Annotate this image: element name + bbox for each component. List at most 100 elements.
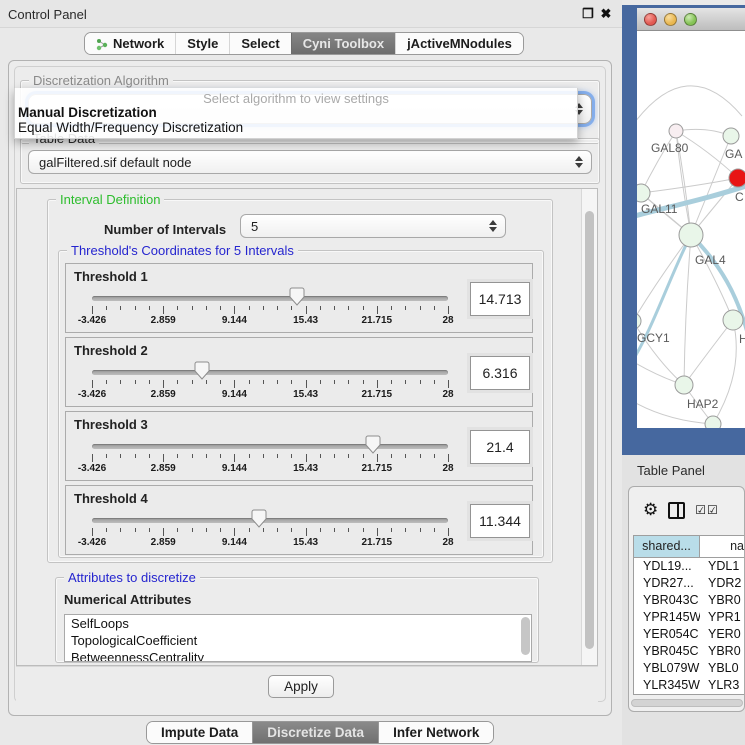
tick-mark: [363, 306, 364, 310]
numerical-attributes-list[interactable]: SelfLoopsTopologicalCoefficientBetweenne…: [64, 614, 532, 662]
dropdown-item[interactable]: Equal Width/Frequency Discretization: [18, 120, 243, 135]
float-window-icon[interactable]: ❐: [580, 6, 596, 22]
control-panel-titlebar: Control Panel ❐ ✖: [0, 0, 622, 28]
tick-label: 9.144: [212, 463, 256, 474]
threshold-slider-thumb[interactable]: [251, 509, 267, 528]
tick-mark: [277, 528, 278, 532]
network-node[interactable]: [723, 310, 743, 330]
table-row[interactable]: YLR345WYLR3: [634, 677, 745, 694]
tick-mark: [420, 528, 421, 532]
network-node[interactable]: [705, 416, 721, 428]
threshold-panel: Threshold 4-3.4262.8599.14415.4321.71528…: [65, 485, 533, 555]
network-node[interactable]: [669, 124, 683, 138]
tab-jactivemnodules[interactable]: jActiveMNodules: [395, 33, 523, 54]
threshold-value-field[interactable]: 21.4: [470, 430, 530, 464]
network-node[interactable]: [723, 128, 739, 144]
network-window-titlebar[interactable]: [637, 8, 745, 31]
tick-mark: [120, 528, 121, 532]
tick-mark: [92, 528, 93, 536]
network-node[interactable]: [637, 313, 641, 329]
tab-select[interactable]: Select: [229, 33, 290, 54]
threshold-coordinates-group: Threshold's Coordinates for 5 Intervals …: [58, 250, 544, 558]
table-cell: YDL19...: [634, 558, 700, 575]
attribute-list-item[interactable]: TopologicalCoefficient: [65, 632, 531, 649]
column-header[interactable]: shared...: [634, 536, 700, 557]
tab-style[interactable]: Style: [175, 33, 229, 54]
threshold-value-field[interactable]: 6.316: [470, 356, 530, 390]
gear-icon[interactable]: ⚙: [643, 500, 658, 520]
table-cell: YIL0: [700, 694, 745, 695]
number-of-intervals-value: 5: [241, 219, 489, 234]
tick-mark: [220, 380, 221, 384]
table-row[interactable]: YIL052CYIL0: [634, 694, 745, 695]
network-node[interactable]: [729, 169, 745, 187]
apply-button[interactable]: Apply: [268, 675, 334, 698]
bottom-tab-infer-network[interactable]: Infer Network: [378, 722, 493, 743]
vertical-scrollbar-thumb[interactable]: [585, 211, 594, 649]
table-toolbar: ⚙ ☑☑: [629, 487, 744, 533]
table-data-combo[interactable]: galFiltered.sif default node: [28, 150, 592, 174]
tick-mark: [306, 454, 307, 462]
attributes-scrollbar-thumb[interactable]: [521, 617, 530, 655]
close-traffic-light-icon[interactable]: [644, 13, 657, 26]
tick-label: 2.859: [141, 463, 185, 474]
bottom-tab-discretize-data[interactable]: Discretize Data: [252, 722, 378, 743]
threshold-slider-track[interactable]: [92, 296, 448, 301]
network-edge: [684, 320, 733, 385]
dropdown-item[interactable]: Manual Discretization: [18, 105, 157, 120]
network-canvas[interactable]: GAL80GACGAL11GAL4GCY1HHAP2: [637, 31, 745, 428]
threshold-slider-track[interactable]: [92, 370, 448, 375]
threshold-value-field[interactable]: 14.713: [470, 282, 530, 316]
table-row[interactable]: YPR145WYPR1: [634, 609, 745, 626]
column-header[interactable]: na: [700, 536, 745, 557]
table-row[interactable]: YDL19...YDL1: [634, 558, 745, 575]
network-node[interactable]: [679, 223, 703, 247]
tick-mark: [92, 306, 93, 314]
tab-network[interactable]: Network: [85, 33, 175, 54]
tab-label: Cyni Toolbox: [303, 36, 384, 51]
threshold-slider-thumb[interactable]: [194, 361, 210, 380]
threshold-slider-track[interactable]: [92, 518, 448, 523]
tick-label: 9.144: [212, 315, 256, 326]
close-icon[interactable]: ✖: [598, 6, 614, 22]
table-cell: YPR145W: [634, 609, 700, 626]
tick-mark: [220, 306, 221, 310]
tick-mark: [420, 306, 421, 310]
node-label: C: [735, 190, 744, 204]
minimize-traffic-light-icon[interactable]: [664, 13, 677, 26]
horizontal-scrollbar-thumb[interactable]: [631, 699, 743, 707]
table-row[interactable]: YER054CYER0: [634, 626, 745, 643]
tick-mark: [420, 380, 421, 384]
tick-mark: [306, 306, 307, 314]
tick-mark: [377, 454, 378, 462]
attribute-list-item[interactable]: BetweennessCentrality: [65, 649, 531, 662]
tick-mark: [291, 454, 292, 458]
bottom-tab-impute-data[interactable]: Impute Data: [147, 722, 252, 743]
network-node[interactable]: [637, 184, 650, 202]
tab-label: jActiveMNodules: [407, 36, 512, 51]
threshold-slider-thumb[interactable]: [289, 287, 305, 306]
tab-cyni-toolbox[interactable]: Cyni Toolbox: [291, 33, 395, 54]
table-row[interactable]: YBR043CYBR0: [634, 592, 745, 609]
table-cell: YBR045C: [634, 643, 700, 660]
checked-box-icons[interactable]: ☑☑: [695, 503, 719, 517]
network-node[interactable]: [675, 376, 693, 394]
tick-label: 28: [426, 389, 470, 400]
threshold-slider-track[interactable]: [92, 444, 448, 449]
node-label: GCY1: [637, 331, 670, 345]
tick-mark: [334, 528, 335, 532]
table-row[interactable]: YBL079WYBL0: [634, 660, 745, 677]
threshold-slider-thumb[interactable]: [365, 435, 381, 454]
node-table[interactable]: shared...na YDL19...YDL1YDR27...YDR2YBR0…: [633, 535, 745, 695]
number-of-intervals-spinner[interactable]: 5: [240, 214, 506, 238]
split-columns-icon[interactable]: [668, 502, 685, 519]
attribute-list-item[interactable]: SelfLoops: [65, 615, 531, 632]
table-row[interactable]: YBR045CYBR0: [634, 643, 745, 660]
zoom-traffic-light-icon[interactable]: [684, 13, 697, 26]
tick-mark: [363, 454, 364, 458]
vertical-scrollbar[interactable]: [581, 189, 597, 665]
tick-mark: [106, 528, 107, 532]
threshold-value-field[interactable]: 11.344: [470, 504, 530, 538]
tick-mark: [391, 528, 392, 532]
table-row[interactable]: YDR27...YDR2: [634, 575, 745, 592]
